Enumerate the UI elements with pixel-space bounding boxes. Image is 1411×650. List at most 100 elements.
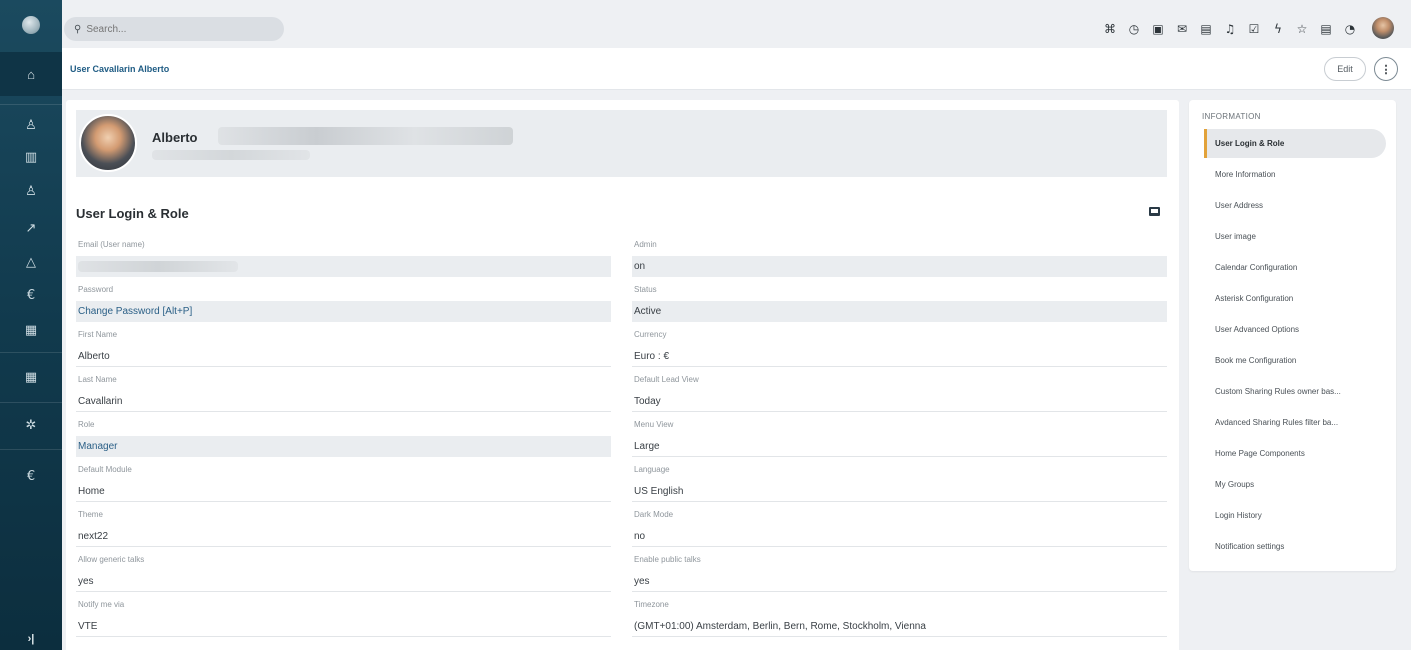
info-item-user-address[interactable]: User Address — [1204, 191, 1386, 220]
info-item-user-advanced-options[interactable]: User Advanced Options — [1204, 315, 1386, 344]
field-value[interactable] — [76, 256, 611, 277]
field-label: First Name — [78, 330, 118, 339]
field-theme: Theme next22 — [76, 505, 611, 550]
avatar[interactable] — [79, 114, 137, 172]
field-value[interactable]: (GMT+01:00) Amsterdam, Berlin, Bern, Rom… — [632, 616, 1167, 637]
chat-icon[interactable]: ▤ — [1195, 18, 1217, 40]
info-item-user-login-role[interactable]: User Login & Role — [1204, 129, 1386, 158]
field-label: Last Name — [78, 375, 117, 384]
settings-icon[interactable]: ✲ — [0, 410, 62, 440]
field-notify-me-via: Notify me via VTE — [76, 595, 611, 640]
collapse-rail-button[interactable]: ›| — [0, 627, 62, 650]
field-default-module: Default Module Home — [76, 460, 611, 505]
field-label: Status — [634, 285, 657, 294]
info-item-book-me-configuration[interactable]: Book me Configuration — [1204, 346, 1386, 375]
info-item-my-groups[interactable]: My Groups — [1204, 470, 1386, 499]
field-value[interactable]: Cavallarin — [76, 391, 611, 412]
field-currency: Currency Euro : € — [632, 325, 1167, 370]
breadcrumb[interactable]: User Cavallarin Alberto — [70, 64, 169, 74]
redacted-email — [78, 261, 238, 272]
leads-icon[interactable]: ♙ — [0, 176, 62, 206]
field-label: Default Module — [78, 465, 132, 474]
info-item-home-page-components[interactable]: Home Page Components — [1204, 439, 1386, 468]
field-language: Language US English — [632, 460, 1167, 505]
mail-icon[interactable]: ✉ — [1171, 18, 1193, 40]
top-bar: ⚲ ⌘ ◷ ▣ ✉ ▤ ♫ ☑ ϟ ☆ ▤ ◔ — [62, 8, 1411, 48]
bolt-icon[interactable]: ϟ — [1267, 18, 1289, 40]
profile-header: Alberto — [76, 110, 1167, 177]
information-panel: INFORMATION User Login & Role More Infor… — [1189, 100, 1396, 571]
field-value[interactable]: Today — [632, 391, 1167, 412]
info-item-asterisk-configuration[interactable]: Asterisk Configuration — [1204, 284, 1386, 313]
field-value[interactable]: Active — [632, 301, 1167, 322]
field-value[interactable]: Home — [76, 481, 611, 502]
potentials-icon[interactable]: ↗ — [0, 213, 62, 243]
field-value[interactable]: VTE — [76, 616, 611, 637]
contacts-icon[interactable]: ♙ — [0, 110, 62, 140]
calendar-icon[interactable]: ▣ — [1147, 18, 1169, 40]
accounts-icon[interactable]: ▥ — [0, 142, 62, 172]
currency-icon[interactable]: € — [0, 461, 62, 491]
field-value[interactable]: Manager — [76, 436, 611, 457]
star-icon[interactable]: ☆ — [1291, 18, 1313, 40]
info-item-user-image[interactable]: User image — [1204, 222, 1386, 251]
sales-icon[interactable]: € — [0, 280, 62, 310]
modules-grid-icon[interactable]: ▦ — [0, 362, 62, 392]
info-item-custom-sharing-rules[interactable]: Custom Sharing Rules owner bas... — [1204, 377, 1386, 406]
field-label: Currency — [634, 330, 667, 339]
information-heading: INFORMATION — [1202, 112, 1261, 121]
task-icon[interactable]: ☑ — [1243, 18, 1265, 40]
info-item-advanced-sharing-rules[interactable]: Avdanced Sharing Rules filter ba... — [1204, 408, 1386, 437]
redacted-subtitle — [152, 150, 310, 160]
edit-button[interactable]: Edit — [1324, 57, 1366, 81]
field-last-name: Last Name Cavallarin — [76, 370, 611, 415]
field-label: Theme — [78, 510, 103, 519]
user-avatar[interactable] — [1372, 17, 1394, 39]
search-box[interactable]: ⚲ — [64, 17, 284, 41]
field-value[interactable]: US English — [632, 481, 1167, 502]
reports-icon[interactable]: ▦ — [0, 315, 62, 345]
field-status: Status Active — [632, 280, 1167, 325]
field-value[interactable]: Euro : € — [632, 346, 1167, 367]
field-dark-mode: Dark Mode no — [632, 505, 1167, 550]
field-label: Menu View — [634, 420, 674, 429]
main-panel: Alberto User Login & Role Email (User na… — [66, 100, 1179, 650]
fields-right-column: Admin on Status Active Currency Euro : €… — [632, 235, 1167, 640]
field-admin: Admin on — [632, 235, 1167, 280]
document-icon[interactable]: ▤ — [1315, 18, 1337, 40]
field-label: Role — [78, 420, 95, 429]
sitemap-icon[interactable]: ⌘ — [1099, 18, 1121, 40]
field-label: Default Lead View — [634, 375, 699, 384]
tickets-icon[interactable]: △ — [0, 247, 62, 277]
field-value[interactable]: Alberto — [76, 346, 611, 367]
field-value[interactable]: next22 — [76, 526, 611, 547]
field-label: Allow generic talks — [78, 555, 145, 564]
redacted-surname — [218, 127, 513, 145]
info-item-notification-settings[interactable]: Notification settings — [1204, 532, 1386, 561]
divider — [0, 352, 62, 353]
more-options-button[interactable]: ⋮ — [1374, 57, 1398, 81]
field-value[interactable]: yes — [632, 571, 1167, 592]
field-value[interactable]: Large — [632, 436, 1167, 457]
info-item-calendar-configuration[interactable]: Calendar Configuration — [1204, 253, 1386, 282]
info-item-login-history[interactable]: Login History — [1204, 501, 1386, 530]
change-password-link[interactable]: Change Password [Alt+P] — [76, 301, 611, 322]
app-logo[interactable] — [22, 16, 40, 34]
field-label: Dark Mode — [634, 510, 674, 519]
laptop-icon[interactable] — [1149, 207, 1160, 216]
field-label: Language — [634, 465, 670, 474]
profile-name: Alberto — [152, 130, 198, 145]
home-icon[interactable]: ⌂ — [0, 52, 62, 96]
history-icon[interactable]: ◷ — [1123, 18, 1145, 40]
field-value[interactable]: no — [632, 526, 1167, 547]
field-label: Admin — [634, 240, 657, 249]
field-value[interactable]: on — [632, 256, 1167, 277]
field-timezone: Timezone (GMT+01:00) Amsterdam, Berlin, … — [632, 595, 1167, 640]
info-item-more-information[interactable]: More Information — [1204, 160, 1386, 189]
timer-icon[interactable]: ◔ — [1339, 18, 1361, 40]
divider — [0, 104, 62, 105]
search-input[interactable] — [86, 23, 267, 35]
toolbar-icons: ⌘ ◷ ▣ ✉ ▤ ♫ ☑ ϟ ☆ ▤ ◔ — [1097, 18, 1361, 40]
field-value[interactable]: yes — [76, 571, 611, 592]
bell-icon[interactable]: ♫ — [1219, 18, 1241, 40]
